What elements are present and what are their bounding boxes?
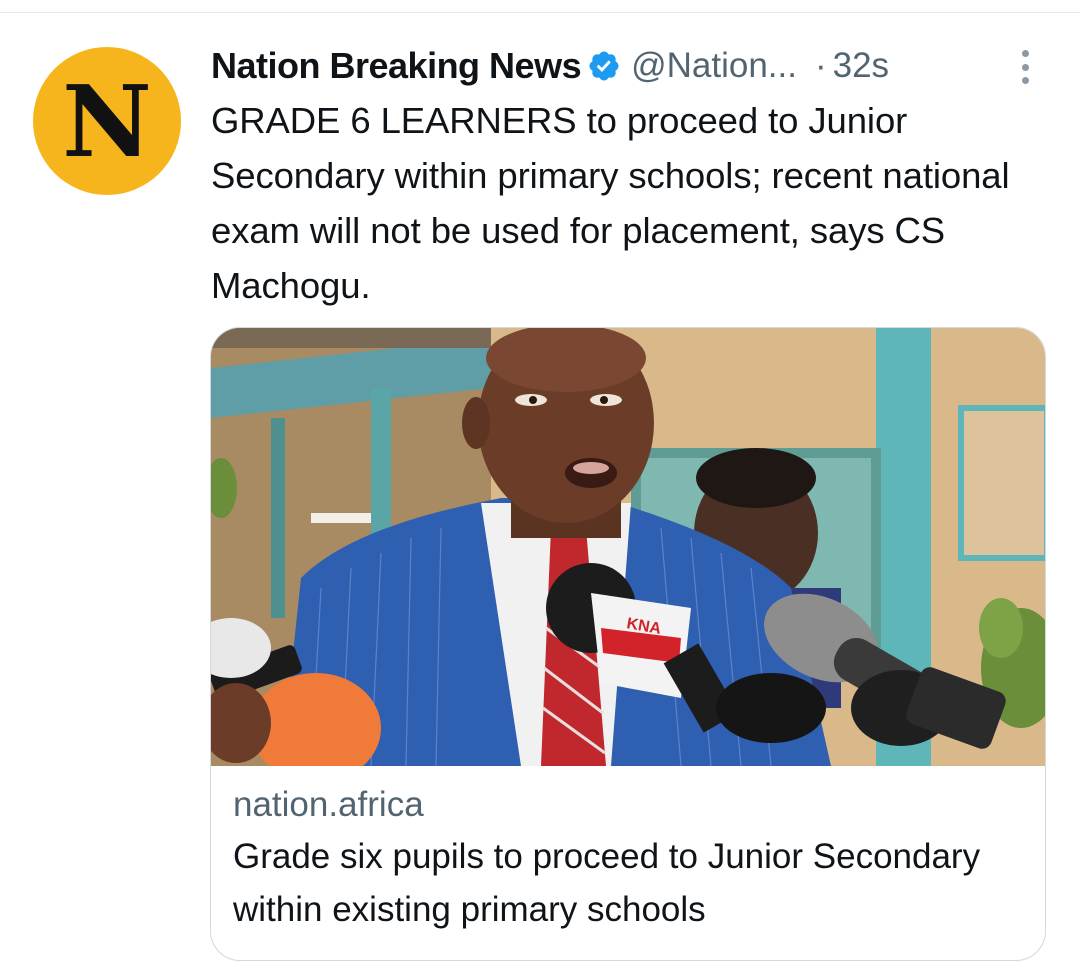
card-domain[interactable]: nation.africa [233,780,1023,830]
tweet-header: Nation Breaking News @Nation... · 32s [211,43,1051,89]
verified-badge-icon [589,51,619,81]
top-divider [0,0,1080,13]
tweet[interactable]: N Nation Breaking News @Nation... · 32s … [0,13,1080,966]
display-name[interactable]: Nation Breaking News [211,45,582,87]
avatar-logo-letter: N [62,65,152,180]
card-image[interactable]: KNA [211,328,1046,766]
link-card[interactable]: KNA nation.africa Grade six pupils to pr… [210,327,1046,961]
handle[interactable]: @Nation... [631,46,797,86]
timestamp[interactable]: 32s [833,46,889,86]
card-title[interactable]: Grade six pupils to proceed to Junior Se… [233,830,1023,936]
more-options-icon[interactable] [1010,46,1040,88]
tweet-text: GRADE 6 LEARNERS to proceed to Junior Se… [211,100,1010,306]
separator-dot: · [814,46,827,85]
card-meta: nation.africa Grade six pupils to procee… [233,780,1023,936]
avatar[interactable]: N [33,47,181,195]
